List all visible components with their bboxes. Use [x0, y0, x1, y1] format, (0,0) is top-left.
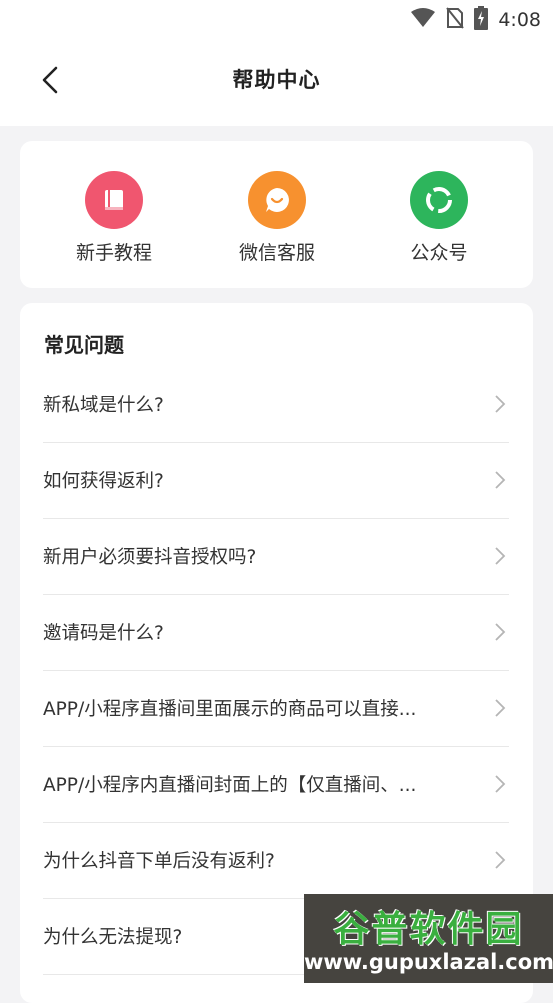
quick-link-label: 公众号 — [410, 242, 468, 264]
status-icons: 4:08 — [410, 6, 541, 34]
faq-item-text: 为什么抖音下单后没有返利? — [43, 851, 275, 872]
faq-heading: 常见问题 — [44, 333, 124, 357]
quick-link-official-account[interactable]: 公众号 — [374, 171, 504, 265]
status-time: 4:08 — [498, 9, 541, 31]
quick-link-wechat-service[interactable]: 微信客服 — [212, 171, 342, 265]
faq-item-text: 新私域是什么? — [43, 395, 164, 416]
watermark-name: 谷普软件园 — [333, 909, 524, 950]
faq-item[interactable]: APP/小程序内直播间封面上的【仅直播间、... — [43, 747, 509, 823]
quick-link-tutorial[interactable]: 新手教程 — [49, 171, 179, 265]
quick-link-label: 新手教程 — [75, 242, 152, 264]
book-icon — [85, 171, 143, 229]
faq-item[interactable]: 为什么抖音下单后没有返利? — [43, 823, 509, 899]
quick-links-card: 新手教程 微信客服 公众号 — [20, 141, 533, 288]
chevron-right-icon — [493, 470, 507, 490]
watermark: 谷普软件园 www.gupuxlazal.com — [304, 894, 553, 983]
chevron-right-icon — [493, 622, 507, 642]
chevron-right-icon — [493, 698, 507, 718]
chevron-right-icon — [493, 546, 507, 566]
battery-charging-icon — [474, 6, 489, 34]
official-account-icon — [410, 171, 468, 229]
page-title: 帮助中心 — [232, 68, 321, 92]
chat-bubble-icon — [248, 171, 306, 229]
nav-bar: 帮助中心 — [0, 40, 553, 126]
faq-item-text: 新用户必须要抖音授权吗? — [43, 547, 257, 568]
faq-item-text: 邀请码是什么? — [43, 623, 164, 644]
status-bar: 4:08 — [0, 0, 553, 40]
watermark-url: www.gupuxlazal.com — [304, 950, 553, 974]
faq-list: 新私域是什么? 如何获得返利? 新用户必须要抖音授权吗? 邀请码是什么? APP… — [43, 367, 509, 975]
faq-item-text: APP/小程序直播间里面展示的商品可以直接... — [43, 699, 417, 720]
faq-item[interactable]: 如何获得返利? — [43, 443, 509, 519]
chevron-right-icon — [493, 850, 507, 870]
chevron-right-icon — [493, 774, 507, 794]
chevron-right-icon — [493, 394, 507, 414]
faq-item[interactable]: 新私域是什么? — [43, 367, 509, 443]
faq-item-text: APP/小程序内直播间封面上的【仅直播间、... — [43, 775, 417, 796]
faq-item[interactable]: 新用户必须要抖音授权吗? — [43, 519, 509, 595]
faq-item[interactable]: 邀请码是什么? — [43, 595, 509, 671]
faq-item[interactable]: APP/小程序直播间里面展示的商品可以直接... — [43, 671, 509, 747]
faq-item-text: 如何获得返利? — [43, 471, 164, 492]
wifi-icon — [410, 8, 436, 32]
quick-link-label: 微信客服 — [238, 242, 315, 264]
no-sim-icon — [446, 7, 465, 33]
